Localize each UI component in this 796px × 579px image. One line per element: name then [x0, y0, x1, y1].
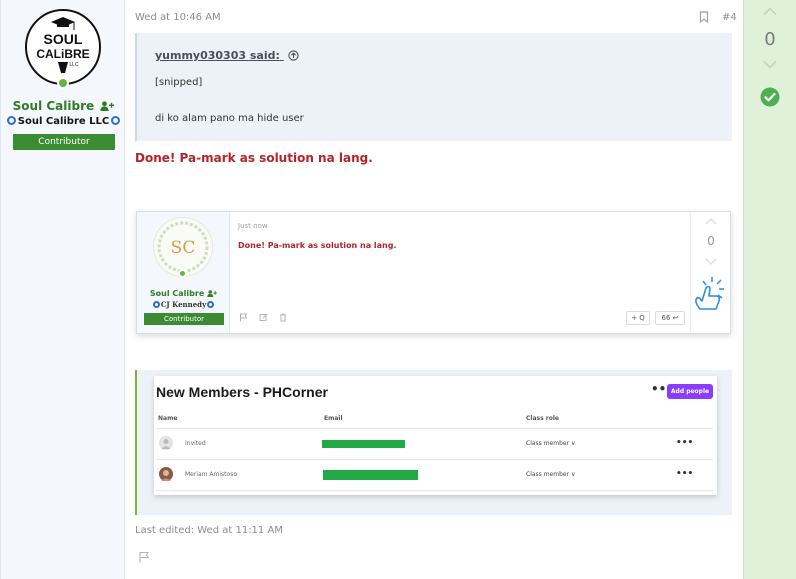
svg-text:SC: SC: [171, 238, 196, 258]
column-role: Class role: [526, 415, 559, 422]
screenshot-user-title: CJ Kennedy: [137, 300, 230, 309]
screenshot-online-icon: [178, 269, 187, 278]
column-name: Name: [158, 415, 178, 422]
quote-text: di ko alam pano ma hide user: [155, 113, 304, 124]
username-link[interactable]: Soul Calibre: [13, 99, 95, 113]
quote-snipped: [snipped]: [155, 77, 203, 88]
upvote-icon[interactable]: [762, 6, 778, 16]
add-people-button: Add people: [667, 384, 713, 399]
attached-screenshot-post[interactable]: SC Soul Calibre CJ Kennedy Contributor J…: [136, 211, 731, 334]
user-info-panel: SOUL CALiBRE LLC Soul Calibre Soul Calib…: [0, 0, 125, 579]
row-email-redacted: [323, 470, 418, 480]
screenshot-user-panel: SC Soul Calibre CJ Kennedy Contributor: [137, 212, 230, 333]
row-avatar-photo: [159, 467, 173, 481]
screenshot-add-user-icon: [207, 290, 217, 297]
online-status-icon: [57, 77, 69, 89]
screenshot-quote-button: + Q: [626, 311, 650, 325]
column-email: Email: [324, 415, 343, 422]
quote-author-row[interactable]: yummy030303 said:: [155, 49, 299, 62]
screenshot-actions: [239, 311, 294, 325]
header-divider: [156, 428, 713, 429]
role-badge: Contributor: [13, 134, 115, 150]
row-role: Class member ∨: [526, 440, 576, 447]
attached-screenshot-members[interactable]: New Members - PHCorner ••• Add people Na…: [135, 370, 732, 515]
screenshot-ring-icon: [152, 301, 160, 308]
downvote-icon[interactable]: [762, 60, 778, 70]
report-flag-icon[interactable]: [138, 551, 150, 563]
members-title: New Members - PHCorner: [156, 384, 328, 400]
row-name: Meriam Amistoso: [185, 471, 237, 478]
row-role: Class member ∨: [526, 471, 576, 478]
logo-text-bottom: LLC: [69, 62, 79, 68]
add-user-icon[interactable]: [100, 101, 115, 111]
post-timestamp[interactable]: Wed at 10:46 AM: [135, 12, 221, 23]
members-card: New Members - PHCorner ••• Add people Na…: [154, 376, 717, 495]
screenshot-username-text: Soul Calibre: [149, 289, 205, 298]
row-more-icon: •••: [676, 438, 694, 448]
screenshot-upvote-icon: [705, 218, 717, 225]
message-text: Done! Pa-mark as solution na lang.: [135, 151, 373, 165]
username-row: Soul Calibre: [1, 99, 126, 113]
screenshot-message: Done! Pa-mark as solution na lang.: [238, 241, 397, 250]
row-divider: [156, 490, 713, 491]
screenshot-edit-icon: [259, 311, 268, 325]
logo-graphic: SOUL CALiBRE LLC: [36, 17, 90, 73]
jump-to-quote-icon[interactable]: [288, 50, 299, 61]
screenshot-time: Just now: [238, 222, 268, 230]
logo-text-top: SOUL: [44, 31, 83, 47]
row-email-redacted: [322, 440, 405, 448]
badge-ring-icon: [6, 116, 16, 125]
quote-block: yummy030303 said: [snipped] di ko alam p…: [135, 33, 732, 141]
quote-author[interactable]: yummy030303 said:: [155, 49, 280, 62]
avatar[interactable]: SOUL CALiBRE LLC: [25, 9, 101, 85]
post-number-link[interactable]: #4: [722, 12, 737, 23]
screenshot-reply-button: 66 ↩: [655, 311, 685, 325]
row-name: Invited: [185, 440, 206, 447]
user-title: Soul Calibre LLC: [1, 116, 126, 127]
screenshot-delete-icon: [279, 311, 287, 325]
solution-check-icon[interactable]: [760, 87, 780, 107]
vote-count: 0: [764, 29, 776, 50]
screenshot-avatar: SC: [153, 217, 213, 277]
user-title-text: Soul Calibre LLC: [17, 116, 110, 127]
logo-text-middle: CALiBRE: [36, 47, 89, 61]
screenshot-role-badge: Contributor: [144, 313, 224, 325]
screenshot-downvote-icon: [705, 258, 717, 265]
screenshot-username: Soul Calibre: [137, 289, 230, 298]
badge-ring-icon: [111, 116, 121, 125]
screenshot-ring-icon: [207, 301, 215, 308]
click-cursor-icon: [695, 277, 724, 310]
screenshot-vote-panel: 0: [690, 212, 730, 333]
screenshot-user-title-text: CJ Kennedy: [160, 300, 207, 309]
last-edited: Last edited: Wed at 11:11 AM: [135, 525, 283, 536]
row-divider: [156, 459, 713, 460]
vote-panel: 0: [743, 0, 796, 579]
screenshot-flag-icon: [239, 311, 248, 325]
screenshot-vote-count: 0: [707, 234, 715, 248]
row-avatar-placeholder: [159, 436, 173, 450]
monogram-logo-icon: SC: [157, 221, 209, 273]
row-more-icon: •••: [676, 469, 694, 479]
bookmark-icon[interactable]: [699, 11, 709, 23]
